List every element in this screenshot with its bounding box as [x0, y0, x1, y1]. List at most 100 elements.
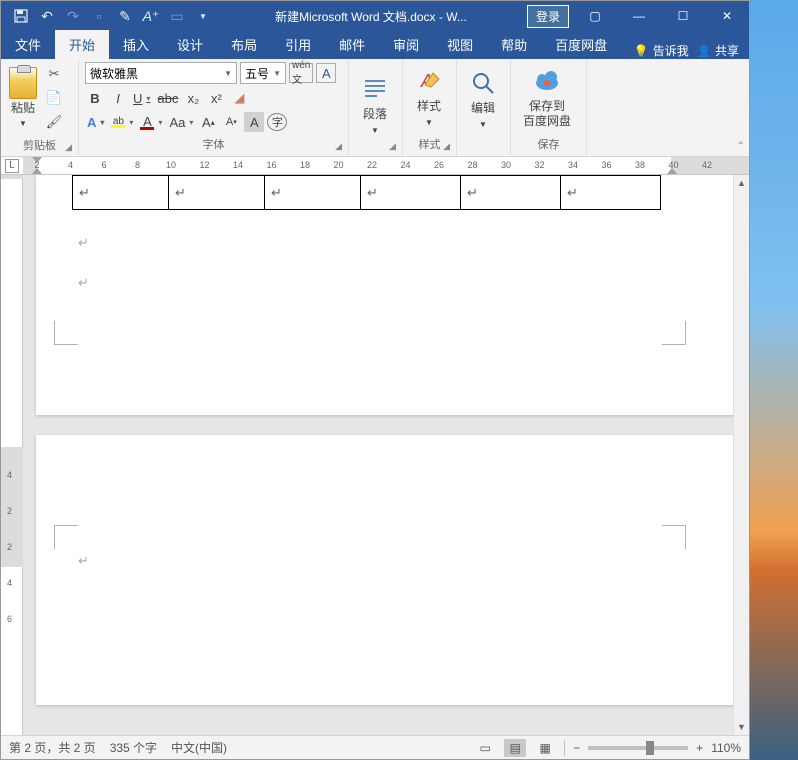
maximize-icon[interactable]: ☐ [661, 1, 705, 31]
tell-me-label: 告诉我 [653, 42, 689, 59]
paragraph-button[interactable]: 段落▼ [353, 71, 397, 140]
table-cell[interactable]: ↵ [561, 176, 661, 210]
strike-button[interactable]: abc [155, 88, 180, 108]
tab-view[interactable]: 视图 [433, 30, 487, 59]
zoom-out-icon[interactable]: − [573, 741, 580, 755]
statusbar: 第 2 页，共 2 页 335 个字 中文(中国) ▭ ▤ ▦ − + 110% [1, 735, 749, 759]
char-shading-icon[interactable]: A [244, 112, 264, 132]
shrink-font-icon[interactable]: A▾ [221, 112, 241, 132]
scrollbar-vertical[interactable]: ▲ ▼ [733, 175, 749, 735]
read-mode-icon[interactable]: ▭ [474, 739, 496, 757]
table-cell[interactable]: ↵ [361, 176, 461, 210]
phonetic-icon[interactable]: wén文 [289, 63, 313, 83]
qat-icon-4[interactable]: ▭ [165, 4, 189, 28]
window-title: 新建Microsoft Word 文档.docx - W... [215, 8, 527, 25]
tab-help[interactable]: 帮助 [487, 30, 541, 59]
highlight-button[interactable]: ab▾ [109, 112, 135, 132]
font-label: 字体 [203, 139, 225, 151]
scroll-down-icon[interactable]: ▼ [734, 719, 749, 735]
minimize-icon[interactable]: — [617, 1, 661, 31]
cut-icon[interactable]: ✂ [43, 63, 65, 85]
tab-review[interactable]: 审阅 [379, 30, 433, 59]
zoom-level[interactable]: 110% [711, 741, 741, 755]
redo-icon[interactable]: ↷ [61, 4, 85, 28]
web-layout-icon[interactable]: ▦ [534, 739, 556, 757]
font-size-select[interactable]: 五号▼ [240, 62, 286, 84]
change-case-button[interactable]: Aa▾ [167, 112, 195, 132]
char-border-icon[interactable]: A [316, 63, 336, 83]
document-table[interactable]: ↵↵↵↵↵↵ [72, 175, 661, 210]
font-color-button[interactable]: A▾ [138, 112, 164, 132]
table-cell[interactable]: ↵ [169, 176, 265, 210]
qat-icon-1[interactable]: ▫ [87, 4, 111, 28]
tab-layout[interactable]: 布局 [217, 30, 271, 59]
workspace: 42246 ↵↵↵↵↵↵ ↵ ↵ ↵ [1, 175, 749, 735]
tab-file[interactable]: 文件 [1, 30, 55, 59]
enclose-char-icon[interactable]: 字 [267, 113, 287, 131]
ribbon-tabs: 文件 开始 插入 设计 布局 引用 邮件 审阅 视图 帮助 百度网盘 💡 告诉我… [1, 31, 749, 59]
font-name-select[interactable]: 微软雅黑▼ [85, 62, 237, 84]
titlebar: ↶ ↷ ▫ ✎ A⁺ ▭ ▼ 新建Microsoft Word 文档.docx … [1, 1, 749, 31]
clipboard-launcher-icon[interactable]: ◢ [65, 142, 72, 153]
tab-insert[interactable]: 插入 [109, 30, 163, 59]
paste-icon [9, 67, 37, 99]
save-baidu-button[interactable]: 保存到百度网盘 [515, 63, 579, 132]
undo-icon[interactable]: ↶ [35, 4, 59, 28]
page-indicator[interactable]: 第 2 页，共 2 页 [9, 739, 96, 756]
qat-icon-3[interactable]: A⁺ [139, 4, 163, 28]
print-layout-icon[interactable]: ▤ [504, 739, 526, 757]
ruler-vertical[interactable]: 42246 [1, 175, 23, 735]
save-icon[interactable] [9, 4, 33, 28]
subscript-button[interactable]: x₂ [183, 88, 203, 108]
table-cell[interactable]: ↵ [265, 176, 361, 210]
login-button[interactable]: 登录 [527, 5, 569, 28]
tab-home[interactable]: 开始 [55, 30, 109, 59]
superscript-button[interactable]: x² [206, 88, 226, 108]
close-icon[interactable]: ✕ [705, 1, 749, 31]
tab-design[interactable]: 设计 [163, 30, 217, 59]
styles-label: 样式 [419, 139, 441, 151]
collapse-ribbon-icon[interactable]: ⌃ [737, 141, 745, 152]
grow-font-icon[interactable]: A▴ [198, 112, 218, 132]
scroll-up-icon[interactable]: ▲ [734, 175, 749, 191]
qat-customize-icon[interactable]: ▼ [191, 4, 215, 28]
qat-icon-2[interactable]: ✎ [113, 4, 137, 28]
editing-button[interactable]: 编辑▼ [461, 65, 505, 134]
clear-format-icon[interactable]: ◢ [229, 88, 249, 108]
page-2: ↵ [36, 435, 736, 705]
paragraph-mark: ↵ [78, 275, 89, 291]
italic-button[interactable]: I [108, 88, 128, 108]
copy-icon[interactable]: 📄 [43, 87, 65, 109]
quick-access-toolbar: ↶ ↷ ▫ ✎ A⁺ ▭ ▼ [1, 4, 215, 28]
zoom-slider[interactable] [588, 746, 688, 750]
table-cell[interactable]: ↵ [461, 176, 561, 210]
page-1: ↵↵↵↵↵↵ ↵ ↵ [36, 175, 736, 415]
share-button[interactable]: 👤 共享 [697, 42, 739, 59]
paste-button[interactable]: 粘贴▼ [5, 65, 41, 132]
bold-button[interactable]: B [85, 88, 105, 108]
clipboard-label: 剪贴板 [23, 140, 56, 152]
language-indicator[interactable]: 中文(中国) [171, 739, 227, 756]
styles-button[interactable]: A 样式▼ [407, 63, 451, 132]
save-label: 保存 [538, 139, 560, 151]
table-cell[interactable]: ↵ [73, 176, 169, 210]
tab-references[interactable]: 引用 [271, 30, 325, 59]
font-launcher-icon[interactable]: ◢ [335, 141, 342, 152]
tab-baidu[interactable]: 百度网盘 [541, 30, 621, 59]
zoom-in-icon[interactable]: + [696, 741, 703, 755]
para-launcher-icon[interactable]: ◢ [389, 141, 396, 152]
paragraph-mark: ↵ [78, 235, 89, 251]
tell-me[interactable]: 💡 告诉我 [634, 42, 689, 59]
text-effect-button[interactable]: A▾ [85, 112, 106, 132]
ruler-horizontal[interactable]: 24681012141618202224262830323436384042 [1, 157, 749, 175]
paragraph-mark: ↵ [78, 553, 89, 569]
ribbon: 粘贴▼ ✂ 📄 🖌 剪贴板 ◢ 微软雅黑▼ 五号▼ wén文 A [1, 59, 749, 157]
ribbon-opts-icon[interactable]: ▢ [573, 1, 617, 31]
editing-label [461, 138, 506, 154]
tab-mailings[interactable]: 邮件 [325, 30, 379, 59]
styles-launcher-icon[interactable]: ◢ [443, 141, 450, 152]
underline-button[interactable]: U▾ [131, 88, 152, 108]
format-painter-icon[interactable]: 🖌 [43, 111, 65, 133]
document-area[interactable]: ↵↵↵↵↵↵ ↵ ↵ ↵ [23, 175, 749, 735]
word-count[interactable]: 335 个字 [110, 739, 157, 756]
